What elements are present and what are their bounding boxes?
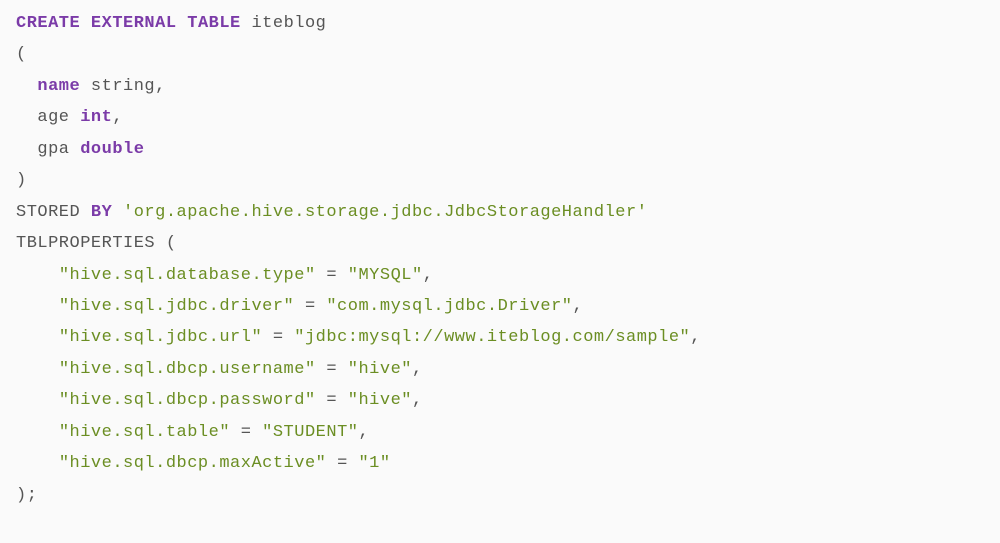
equals: = — [241, 423, 252, 442]
property-value: "hive" — [348, 391, 412, 410]
sql-code-block: CREATE EXTERNAL TABLE iteblog ( name str… — [16, 8, 984, 511]
property-key: "hive.sql.jdbc.driver" — [59, 297, 294, 316]
column-name: name — [37, 77, 80, 96]
property-key: "hive.sql.database.type" — [59, 266, 316, 285]
code-line-10: "hive.sql.jdbc.driver" = "com.mysql.jdbc… — [16, 297, 583, 316]
code-line-1: CREATE EXTERNAL TABLE iteblog — [16, 14, 326, 33]
column-type: double — [80, 140, 144, 159]
property-key: "hive.sql.dbcp.maxActive" — [59, 454, 327, 473]
column-name: age — [37, 108, 69, 127]
column-name: gpa — [37, 140, 69, 159]
code-line-6: ) — [16, 171, 27, 190]
keyword-table: TABLE — [187, 14, 241, 33]
property-value: "1" — [358, 454, 390, 473]
property-key: "hive.sql.dbcp.password" — [59, 391, 316, 410]
comma: , — [155, 77, 166, 96]
code-line-8: TBLPROPERTIES ( — [16, 234, 177, 253]
semicolon: ; — [27, 486, 38, 505]
property-value: "jdbc:mysql://www.iteblog.com/sample" — [294, 328, 690, 347]
code-line-4: age int, — [16, 108, 123, 127]
keyword-create: CREATE — [16, 14, 80, 33]
code-line-14: "hive.sql.table" = "STUDENT", — [16, 423, 369, 442]
column-type: string — [91, 77, 155, 96]
storage-handler-string: 'org.apache.hive.storage.jdbc.JdbcStorag… — [123, 203, 647, 222]
tblproperties-keyword: TBLPROPERTIES — [16, 234, 155, 253]
equals: = — [305, 297, 316, 316]
comma: , — [412, 391, 423, 410]
property-value: "MYSQL" — [348, 266, 423, 285]
stored-keyword: STORED — [16, 203, 80, 222]
property-value: "com.mysql.jdbc.Driver" — [326, 297, 572, 316]
equals: = — [326, 391, 337, 410]
comma: , — [358, 423, 369, 442]
open-paren: ( — [16, 45, 27, 64]
comma: , — [690, 328, 701, 347]
equals: = — [337, 454, 348, 473]
code-line-13: "hive.sql.dbcp.password" = "hive", — [16, 391, 423, 410]
comma: , — [112, 108, 123, 127]
code-line-9: "hive.sql.database.type" = "MYSQL", — [16, 266, 433, 285]
table-name: iteblog — [251, 14, 326, 33]
open-paren: ( — [166, 234, 177, 253]
code-line-16: ); — [16, 486, 37, 505]
property-key: "hive.sql.jdbc.url" — [59, 328, 262, 347]
code-line-5: gpa double — [16, 140, 144, 159]
comma: , — [412, 360, 423, 379]
code-line-15: "hive.sql.dbcp.maxActive" = "1" — [16, 454, 391, 473]
comma: , — [423, 266, 434, 285]
comma: , — [573, 297, 584, 316]
code-line-12: "hive.sql.dbcp.username" = "hive", — [16, 360, 423, 379]
keyword-external: EXTERNAL — [91, 14, 177, 33]
close-paren: ) — [16, 486, 27, 505]
code-line-7: STORED BY 'org.apache.hive.storage.jdbc.… — [16, 203, 647, 222]
code-line-11: "hive.sql.jdbc.url" = "jdbc:mysql://www.… — [16, 328, 701, 347]
column-type: int — [80, 108, 112, 127]
property-key: "hive.sql.table" — [59, 423, 230, 442]
property-value: "hive" — [348, 360, 412, 379]
by-keyword: BY — [91, 203, 112, 222]
equals: = — [326, 360, 337, 379]
equals: = — [273, 328, 284, 347]
property-key: "hive.sql.dbcp.username" — [59, 360, 316, 379]
close-paren: ) — [16, 171, 27, 190]
code-line-2: ( — [16, 45, 27, 64]
code-line-3: name string, — [16, 77, 166, 96]
equals: = — [326, 266, 337, 285]
property-value: "STUDENT" — [262, 423, 358, 442]
